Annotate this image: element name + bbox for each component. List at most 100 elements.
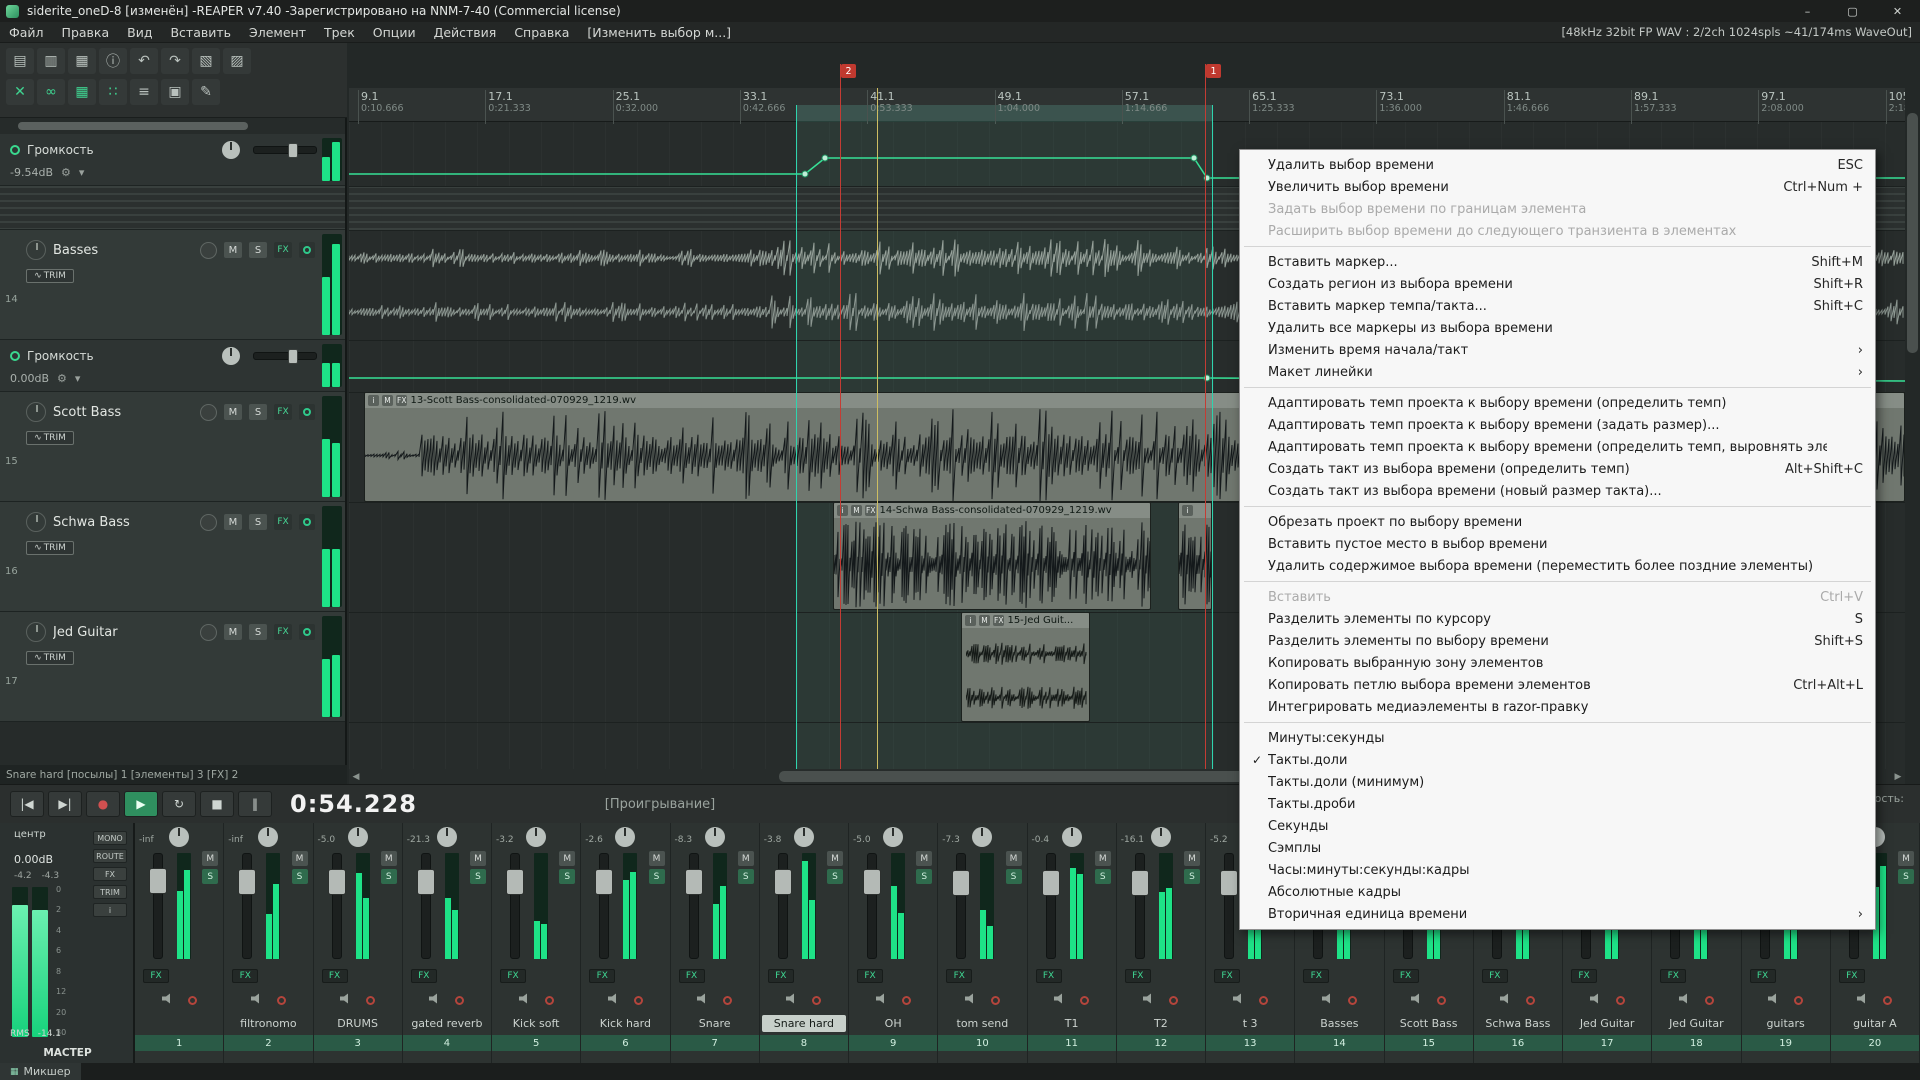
strip-name[interactable]: T2 bbox=[1119, 1015, 1203, 1032]
record-arm-ring[interactable] bbox=[1616, 996, 1625, 1005]
item-info-icon[interactable]: i bbox=[965, 615, 976, 626]
media-item-schwa2[interactable]: i bbox=[1178, 502, 1212, 610]
item-info-icon[interactable]: i bbox=[837, 505, 848, 516]
snap-icon[interactable]: ∷ bbox=[99, 79, 127, 105]
strip-fx-button[interactable]: FX bbox=[1750, 969, 1776, 983]
track-panel-row[interactable]: 15Scott BassMSFX∿TRIM bbox=[0, 392, 345, 502]
strip-number[interactable]: 8 bbox=[760, 1035, 848, 1051]
strip-name[interactable]: tom send bbox=[940, 1015, 1024, 1032]
pause-button[interactable]: ‖ bbox=[238, 791, 272, 817]
scroll-left-arrow[interactable]: ◀ bbox=[349, 769, 363, 784]
mixer-strip-1[interactable]: -infMSFX1 bbox=[135, 823, 224, 1063]
envelope-knob[interactable] bbox=[222, 141, 240, 159]
volume-fader[interactable] bbox=[238, 869, 256, 895]
menu-item[interactable]: Вторичная единица времени› bbox=[1240, 903, 1875, 925]
project-settings-icon[interactable]: ▧ bbox=[192, 48, 220, 74]
master-track-collapsed[interactable] bbox=[0, 118, 345, 134]
fx-button[interactable]: FX bbox=[274, 242, 292, 258]
crossfade-icon[interactable]: ✕ bbox=[6, 79, 34, 105]
record-arm-ring[interactable] bbox=[902, 996, 911, 1005]
strip-name[interactable]: Scott Bass bbox=[1387, 1015, 1471, 1032]
strip-number[interactable]: 4 bbox=[403, 1035, 491, 1051]
strip-number[interactable]: 1 bbox=[135, 1035, 223, 1051]
speaker-icon[interactable] bbox=[608, 993, 620, 1007]
strip-solo-button[interactable]: S bbox=[827, 869, 843, 884]
strip-name[interactable]: guitar A bbox=[1833, 1015, 1917, 1032]
record-arm-ring[interactable] bbox=[1080, 996, 1089, 1005]
menu-item[interactable]: Копировать петлю выбора времени элементо… bbox=[1240, 674, 1875, 696]
strip-pan-knob[interactable] bbox=[258, 827, 278, 847]
speaker-icon[interactable] bbox=[1590, 993, 1602, 1007]
strip-name[interactable]: Kick soft bbox=[494, 1015, 578, 1032]
save-project-icon[interactable]: ▦ bbox=[68, 48, 96, 74]
strip-solo-button[interactable]: S bbox=[559, 869, 575, 884]
speaker-icon[interactable] bbox=[876, 993, 888, 1007]
menu-item[interactable]: Копировать выбранную зону элементов bbox=[1240, 652, 1875, 674]
strip-mute-button[interactable]: M bbox=[827, 851, 843, 866]
mixer-strip-5[interactable]: -3.2MSFXKick soft5 bbox=[492, 823, 581, 1063]
strip-number[interactable]: 2 bbox=[224, 1035, 312, 1051]
fx-enable-button[interactable] bbox=[299, 242, 315, 258]
strip-number[interactable]: 5 bbox=[492, 1035, 580, 1051]
item-group-icon[interactable]: ∞ bbox=[37, 79, 65, 105]
menu-item[interactable]: Такты.дроби bbox=[1240, 793, 1875, 815]
media-item-jed[interactable]: iMFX15-Jed Guit... bbox=[961, 612, 1090, 722]
strip-mute-button[interactable]: M bbox=[1095, 851, 1111, 866]
strip-solo-button[interactable]: S bbox=[292, 869, 308, 884]
strip-number[interactable]: 13 bbox=[1206, 1035, 1294, 1051]
speaker-icon[interactable] bbox=[1322, 993, 1334, 1007]
menu-item[interactable]: Такты.доли (минимум) bbox=[1240, 771, 1875, 793]
strip-number[interactable]: 18 bbox=[1652, 1035, 1740, 1051]
mixer-strip-4[interactable]: -21.3MSFXgated reverb4 bbox=[403, 823, 492, 1063]
item-fx-icon[interactable]: FX bbox=[865, 505, 876, 516]
menu-item[interactable]: Макет линейки› bbox=[1240, 361, 1875, 383]
trim-button[interactable]: ∿TRIM bbox=[26, 431, 74, 445]
strip-mute-button[interactable]: M bbox=[649, 851, 665, 866]
strip-number[interactable]: 11 bbox=[1028, 1035, 1116, 1051]
mixer-strip-2[interactable]: -infMSFXfiltronomo2 bbox=[224, 823, 313, 1063]
record-arm-button[interactable] bbox=[200, 242, 217, 259]
strip-name[interactable]: Kick hard bbox=[583, 1015, 667, 1032]
menu-Элемент[interactable]: Элемент bbox=[240, 25, 315, 40]
solo-button[interactable]: S bbox=[249, 624, 267, 640]
strip-pan-knob[interactable] bbox=[972, 827, 992, 847]
menu-Вид[interactable]: Вид bbox=[118, 25, 161, 40]
record-arm-ring[interactable] bbox=[188, 996, 197, 1005]
strip-pan-knob[interactable] bbox=[1151, 827, 1171, 847]
open-project-icon[interactable]: ▥ bbox=[37, 48, 65, 74]
master-trim-button[interactable]: TRIM bbox=[93, 885, 127, 899]
new-project-icon[interactable]: ▤ bbox=[6, 48, 34, 74]
volume-fader[interactable] bbox=[1220, 870, 1238, 896]
strip-fx-button[interactable]: FX bbox=[1571, 969, 1597, 983]
strip-number[interactable]: 16 bbox=[1474, 1035, 1562, 1051]
menu-item[interactable]: Увеличить выбор времениCtrl+Num + bbox=[1240, 176, 1875, 198]
strip-fx-button[interactable]: FX bbox=[857, 969, 883, 983]
menu-item[interactable]: Разделить элементы по выбору времениShif… bbox=[1240, 630, 1875, 652]
strip-mute-button[interactable]: M bbox=[381, 851, 397, 866]
menu-Трек[interactable]: Трек bbox=[315, 25, 364, 40]
strip-fx-button[interactable]: FX bbox=[679, 969, 705, 983]
track-panel-row[interactable]: 16Schwa BassMSFX∿TRIM bbox=[0, 502, 345, 612]
speaker-icon[interactable] bbox=[162, 993, 174, 1007]
speaker-icon[interactable] bbox=[1054, 993, 1066, 1007]
collapsed-handle[interactable] bbox=[18, 122, 248, 130]
project-info-icon[interactable]: ⓘ bbox=[99, 48, 127, 74]
strip-solo-button[interactable]: S bbox=[1095, 869, 1111, 884]
menu-item[interactable]: Изменить время начала/такт› bbox=[1240, 339, 1875, 361]
strip-solo-button[interactable]: S bbox=[1898, 869, 1914, 884]
vscroll-thumb[interactable] bbox=[1907, 113, 1918, 353]
strip-fx-button[interactable]: FX bbox=[1482, 969, 1508, 983]
menu-item[interactable]: Абсолютные кадры bbox=[1240, 881, 1875, 903]
mixer-strip-8[interactable]: -3.8MSFXSnare hard8 bbox=[760, 823, 849, 1063]
strip-fx-button[interactable]: FX bbox=[232, 969, 258, 983]
chevron-down-icon[interactable]: ▾ bbox=[79, 166, 85, 179]
fx-enable-button[interactable] bbox=[299, 404, 315, 420]
strip-name[interactable]: Snare hard bbox=[762, 1015, 846, 1032]
transport-time[interactable]: 0:54.228 bbox=[290, 790, 417, 818]
master-strip[interactable]: центр 0.00dB -4.2 -4.3 02468122030 MONOR… bbox=[0, 823, 135, 1063]
strip-fx-button[interactable]: FX bbox=[1036, 969, 1062, 983]
scroll-right-arrow[interactable]: ▶ bbox=[1891, 769, 1905, 784]
strip-name[interactable]: filtronomo bbox=[226, 1015, 310, 1032]
speaker-icon[interactable] bbox=[519, 993, 531, 1007]
fx-button[interactable]: FX bbox=[274, 514, 292, 530]
